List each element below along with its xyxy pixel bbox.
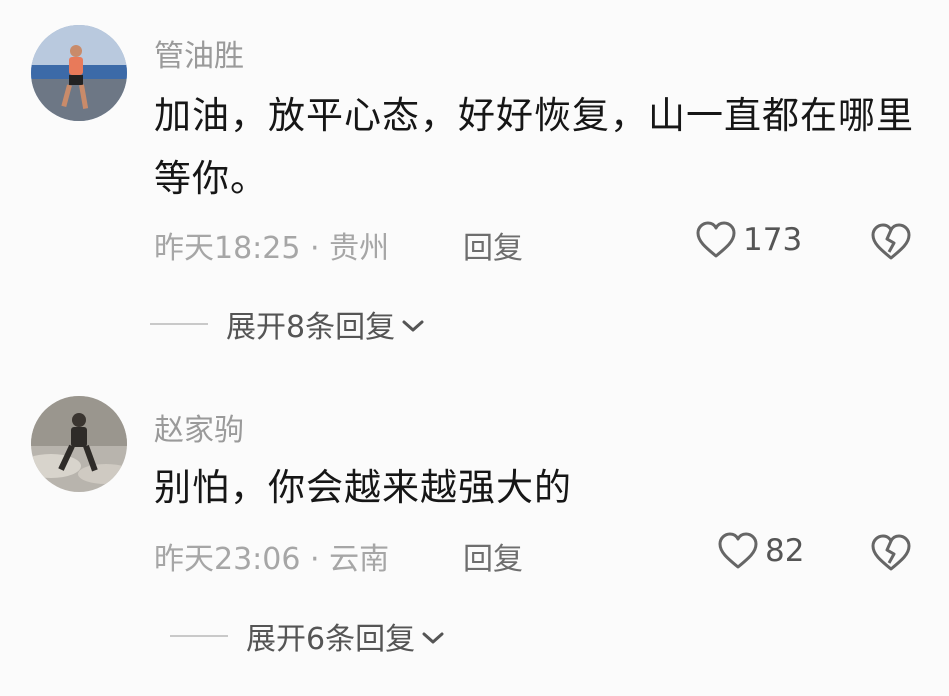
comment-text: 别怕，你会越来越强大的 bbox=[154, 466, 572, 509]
expand-replies-button[interactable]: 展开6条回复 bbox=[170, 614, 445, 658]
heart-outline-icon bbox=[718, 532, 758, 569]
username[interactable]: 赵家驹 bbox=[154, 405, 244, 449]
username[interactable]: 管油胜 bbox=[154, 31, 244, 75]
heart-outline-icon bbox=[696, 221, 736, 258]
comment-meta: 昨天23:06 · 云南 bbox=[154, 542, 390, 577]
divider-line bbox=[150, 323, 208, 325]
expand-replies-button[interactable]: 展开8条回复 bbox=[150, 302, 425, 346]
reply-button[interactable]: 回复 bbox=[463, 534, 523, 578]
like-count: 82 bbox=[765, 533, 805, 569]
avatar-runner-photo bbox=[31, 25, 127, 121]
avatar-runner-photo bbox=[31, 396, 127, 492]
dislike-button[interactable] bbox=[870, 222, 912, 266]
comment-text: 加油，放平心态，好好恢复，山一直都在哪里等你。 bbox=[154, 94, 914, 200]
expand-replies-label: 展开6条回复 bbox=[246, 622, 416, 657]
expand-replies-label: 展开8条回复 bbox=[226, 310, 396, 345]
reply-button[interactable]: 回复 bbox=[463, 223, 523, 267]
avatar[interactable] bbox=[31, 25, 127, 121]
avatar[interactable] bbox=[31, 396, 127, 492]
like-count: 173 bbox=[743, 222, 803, 258]
like-button[interactable]: 82 bbox=[717, 531, 804, 571]
broken-heart-icon bbox=[871, 534, 911, 571]
dislike-button[interactable] bbox=[870, 533, 912, 577]
like-button[interactable]: 173 bbox=[695, 220, 802, 260]
chevron-down-icon bbox=[402, 320, 424, 332]
divider-line bbox=[170, 635, 228, 637]
broken-heart-icon bbox=[871, 223, 911, 260]
comment-meta: 昨天18:25 · 贵州 bbox=[154, 231, 390, 266]
chevron-down-icon bbox=[422, 632, 444, 644]
